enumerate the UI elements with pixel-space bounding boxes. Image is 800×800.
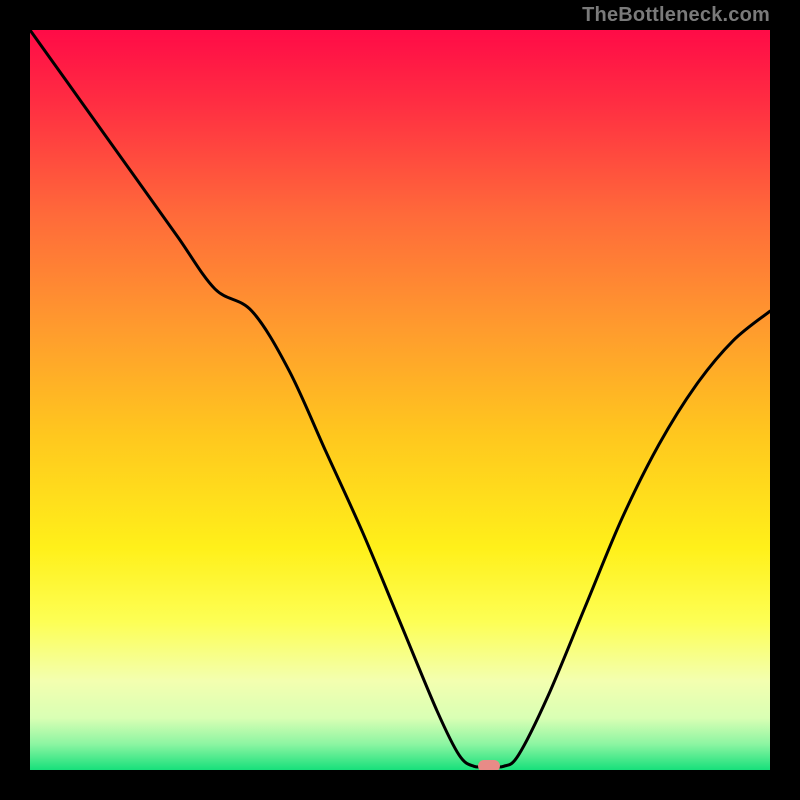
chart-frame: TheBottleneck.com — [0, 0, 800, 800]
bottleneck-curve — [30, 30, 770, 770]
plot-area — [30, 30, 770, 770]
optimal-marker — [478, 760, 500, 770]
watermark-text: TheBottleneck.com — [582, 4, 770, 27]
